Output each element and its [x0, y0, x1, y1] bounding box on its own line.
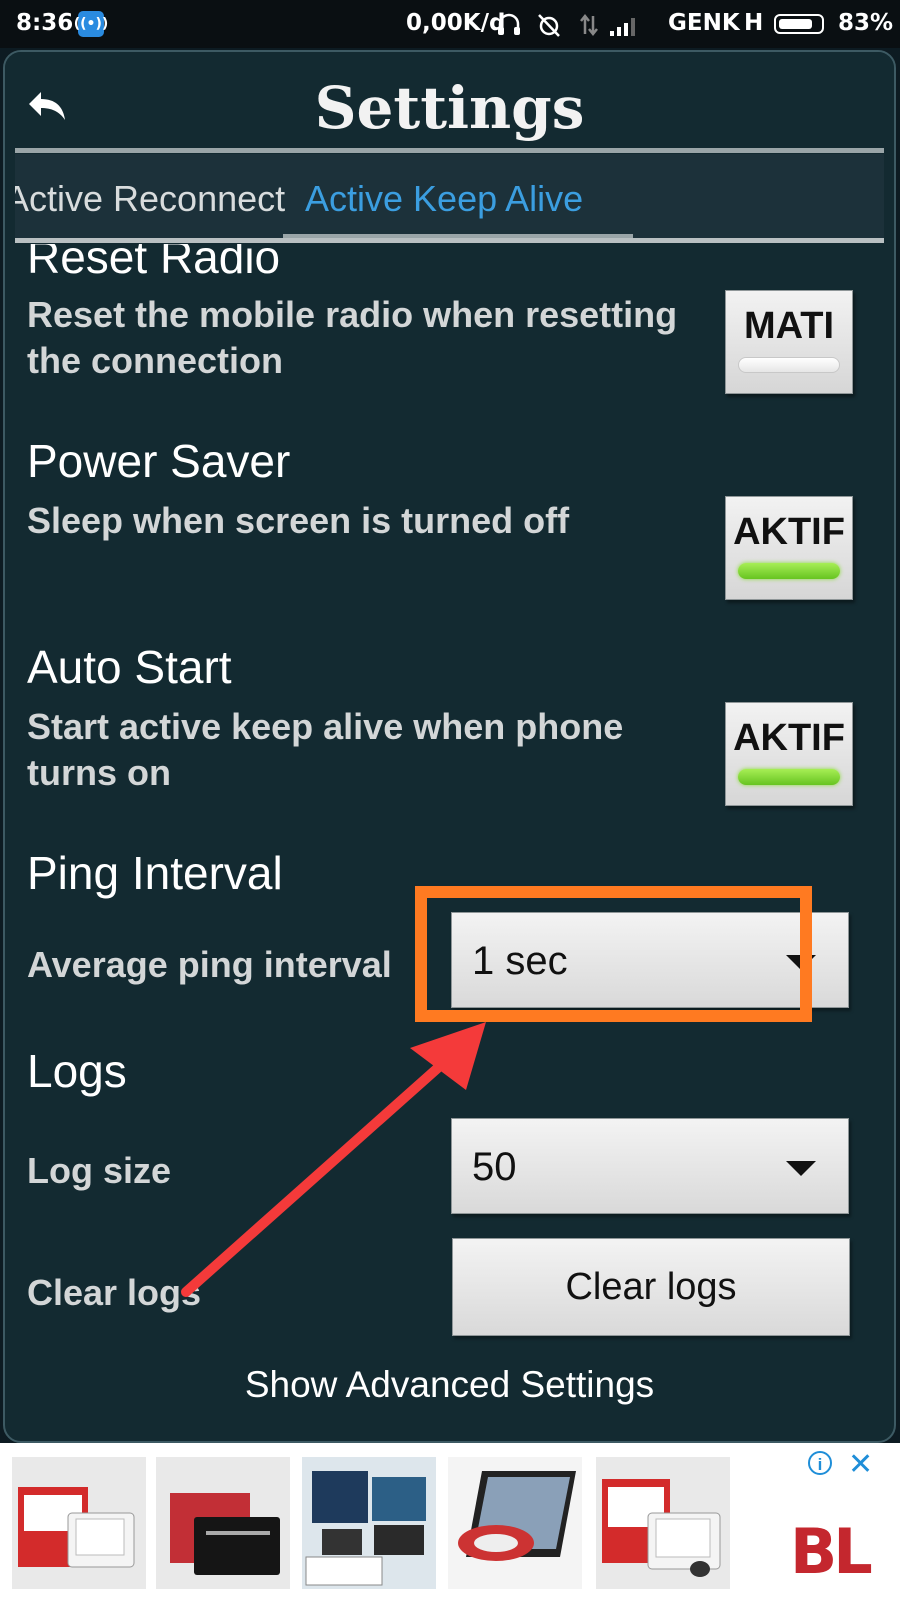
ad-product-softcase-tablet[interactable]: [302, 1457, 436, 1589]
battery-percent: 83%: [838, 10, 894, 36]
auto-start-description: Start active keep alive when phone turns…: [27, 706, 624, 793]
app-header: Settings: [5, 52, 894, 153]
data-arrows-icon: [580, 13, 598, 37]
signal-icon: [610, 18, 635, 36]
clear-logs-button[interactable]: Clear logs: [452, 1238, 850, 1336]
log-size-dropdown[interactable]: 50: [451, 1118, 849, 1214]
reset-radio-description: Reset the mobile radio when resetting th…: [27, 294, 678, 381]
ad-product-wacom-tablet[interactable]: [156, 1457, 290, 1589]
hotspot-icon: ((•)): [74, 11, 108, 37]
ping-interval-label: Average ping interval: [27, 944, 392, 985]
power-saver-description: Sleep when screen is turned off: [27, 500, 570, 541]
power-saver-title: Power Saver: [27, 435, 291, 487]
status-bar: 8:36 ((•)) 0,00K/d GENK H 83%: [0, 0, 900, 48]
reset-radio-title: Reset Radio: [27, 244, 281, 283]
ping-interval-title: Ping Interval: [27, 847, 283, 899]
log-size-label: Log size: [27, 1150, 172, 1191]
toggle-indicator-on: [738, 563, 840, 579]
clock: 8:36: [16, 10, 74, 36]
highlight-box: [415, 886, 812, 1022]
toggle-indicator-on: [738, 769, 840, 785]
network-type: H: [744, 10, 764, 36]
logs-title: Logs: [27, 1045, 127, 1097]
power-saver-toggle[interactable]: AKTIF: [725, 496, 853, 600]
page-title: Settings: [314, 74, 585, 142]
headset-icon: [498, 13, 520, 35]
log-size-value: 50: [472, 1145, 517, 1189]
carrier-name: GENK: [668, 10, 740, 36]
toggle-indicator-off: [738, 357, 840, 373]
tab-bar: Active Reconnect Active Keep Alive: [15, 154, 884, 242]
advertiser-logo[interactable]: BL: [790, 1515, 873, 1588]
show-advanced-settings-link[interactable]: Show Advanced Settings: [5, 1364, 894, 1406]
ad-banner[interactable]: i ✕ BL: [0, 1443, 900, 1600]
reset-radio-toggle-label: MATI: [743, 305, 835, 347]
close-icon[interactable]: ✕: [848, 1447, 873, 1482]
reset-radio-toggle[interactable]: MATI: [725, 290, 853, 394]
power-saver-toggle-label: AKTIF: [733, 511, 845, 553]
tabs-divider: [15, 238, 884, 243]
ad-product-pen-display[interactable]: [448, 1457, 582, 1589]
settings-panel: Settings Active Reconnect Active Keep Al…: [3, 50, 896, 1443]
settings-list[interactable]: Reset Radio Reset the mobile radio when …: [5, 244, 894, 1441]
ad-product-drawing-tablet[interactable]: [596, 1457, 730, 1589]
auto-start-toggle-label: AKTIF: [733, 717, 845, 759]
tab-active-reconnect[interactable]: Active Reconnect: [15, 178, 285, 220]
tab-active-keep-alive[interactable]: Active Keep Alive: [305, 178, 583, 220]
battery-icon: [774, 14, 824, 34]
clear-logs-label: Clear logs: [27, 1272, 202, 1313]
auto-start-toggle[interactable]: AKTIF: [725, 702, 853, 806]
chevron-down-icon: [786, 1161, 816, 1176]
network-speed: 0,00K/d: [406, 10, 506, 36]
header-divider: [15, 148, 884, 153]
info-icon[interactable]: i: [808, 1451, 832, 1475]
auto-start-title: Auto Start: [27, 641, 232, 693]
alarm-off-icon: [538, 14, 560, 37]
ad-product-drawing-tablet[interactable]: [12, 1457, 146, 1589]
